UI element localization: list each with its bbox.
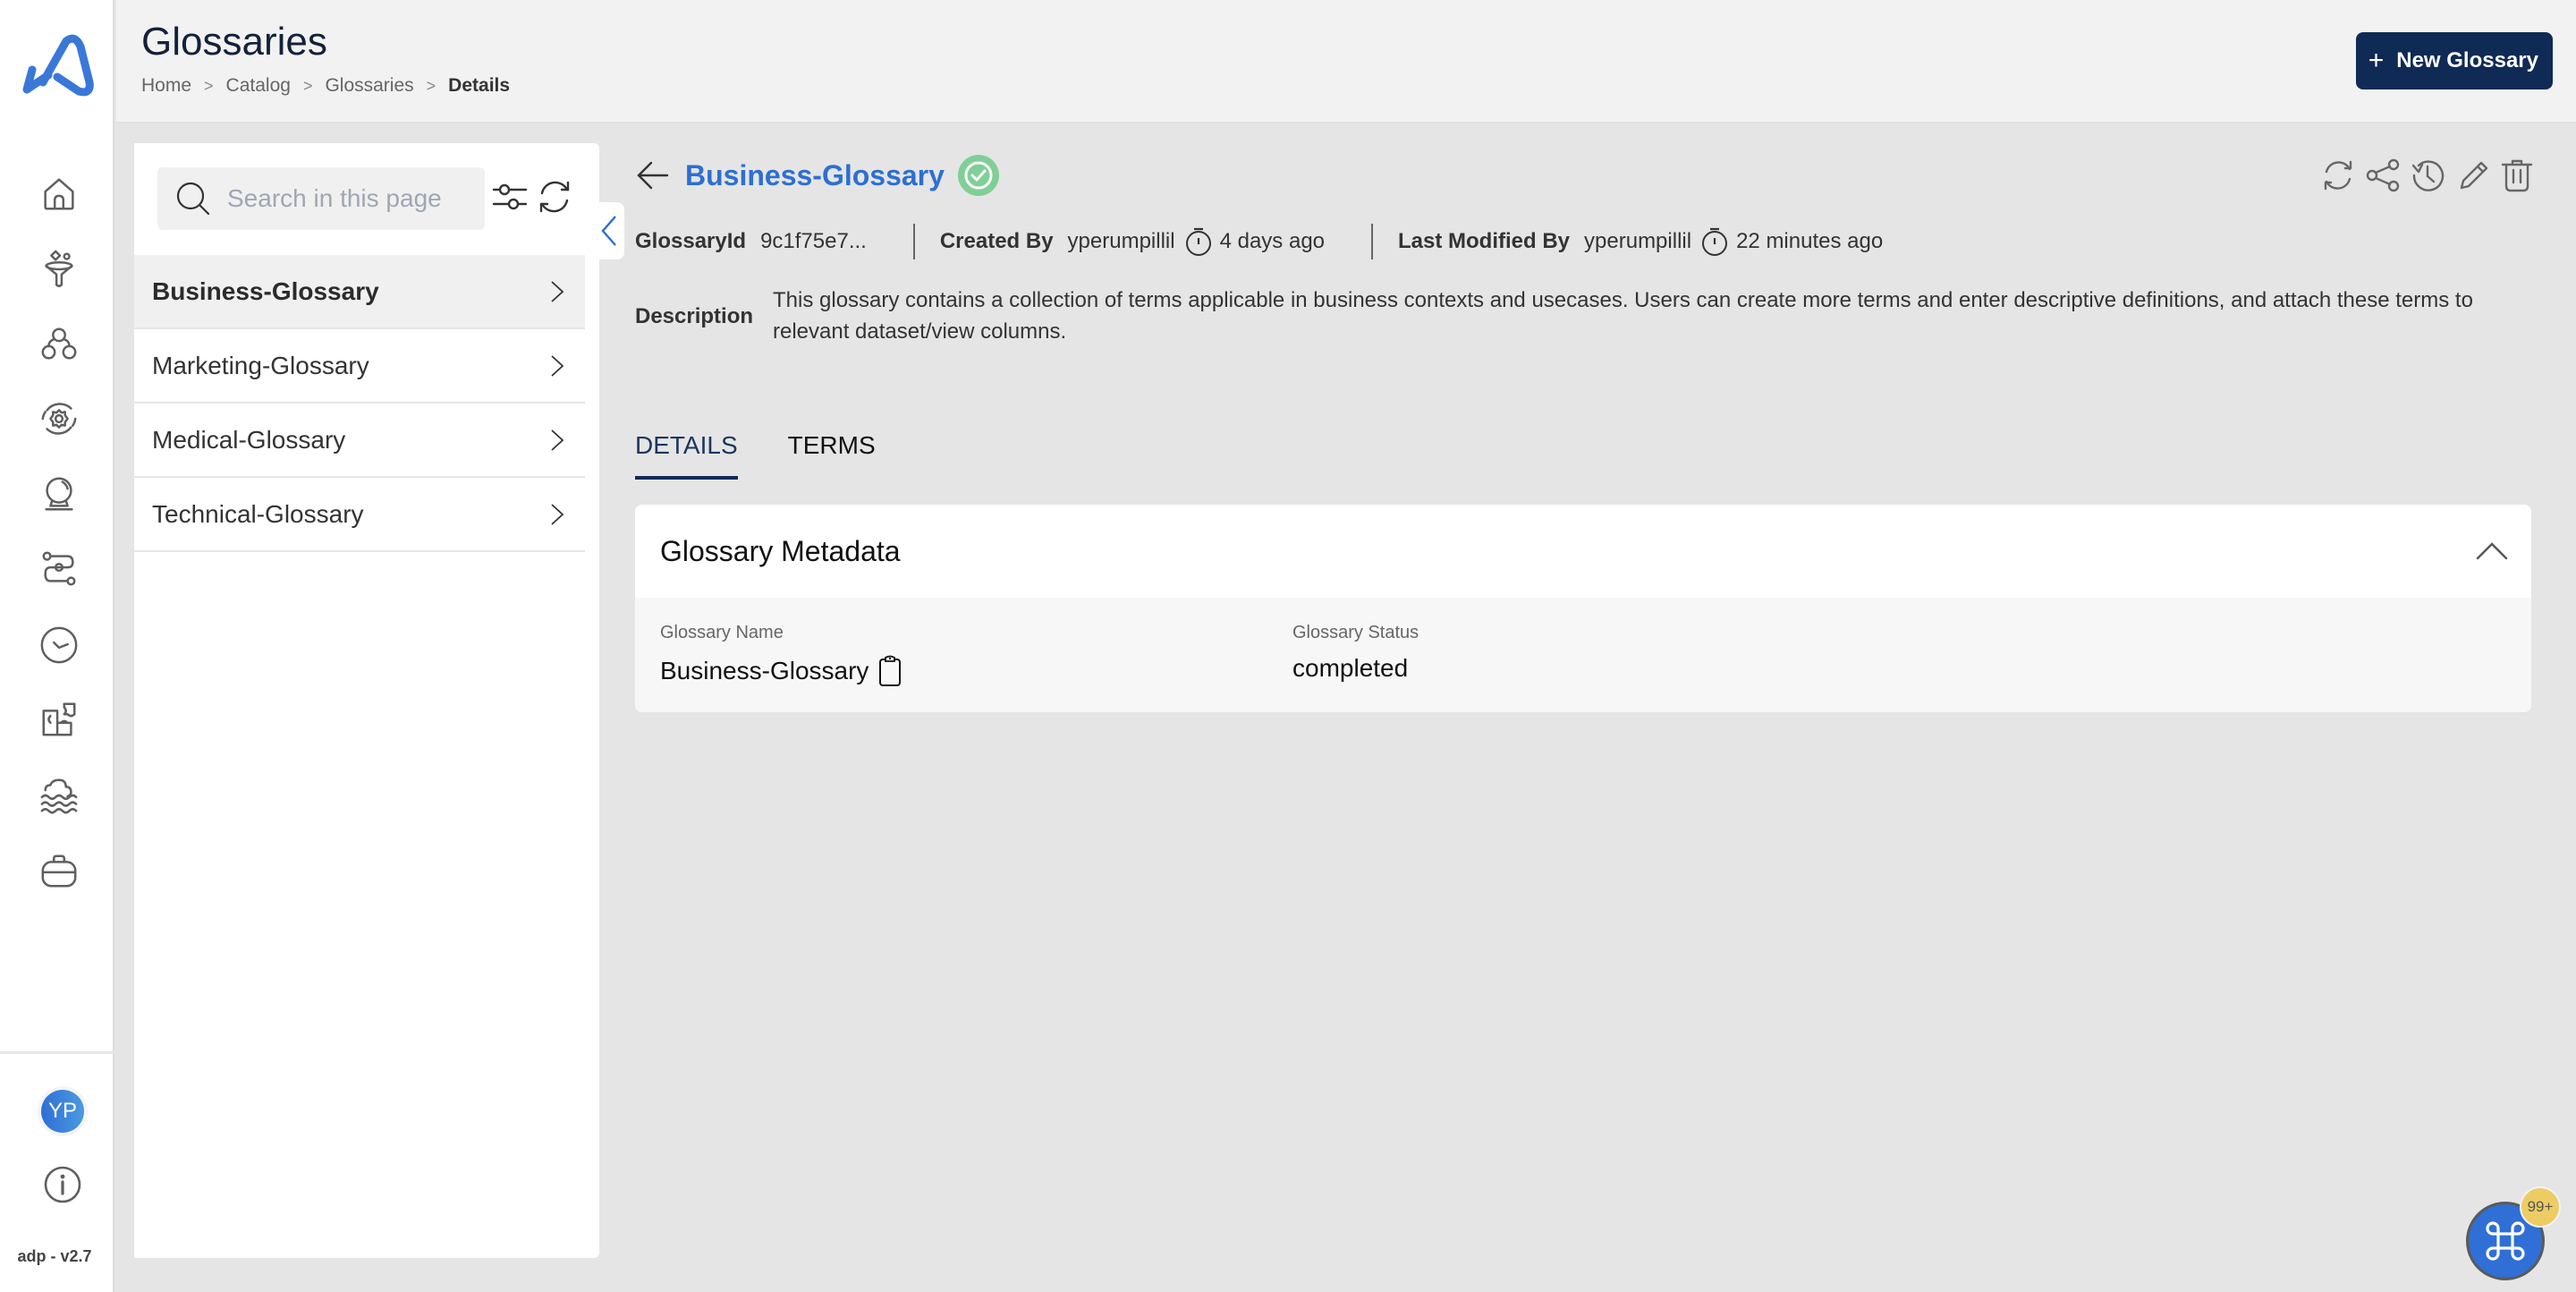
chevron-right-icon — [551, 280, 564, 302]
breadcrumb: Home > Catalog > Glossaries > Details — [141, 75, 510, 97]
description-row: Description This glossary contains a col… — [635, 285, 2549, 347]
list-item[interactable]: Technical-Glossary — [134, 478, 585, 552]
delete-trash-icon[interactable] — [2499, 157, 2535, 193]
timer-icon — [1185, 227, 1211, 256]
glossary-id-label: GlossaryId — [635, 229, 747, 253]
history-icon[interactable] — [2410, 157, 2445, 193]
funnel-icon[interactable] — [38, 247, 80, 290]
last-modified-label: Last Modified By — [1398, 229, 1571, 253]
glossary-list: Business-Glossary Marketing-Glossary Med… — [134, 255, 585, 552]
search-icon — [176, 182, 210, 216]
refresh-icon[interactable] — [535, 177, 574, 217]
glossary-status-value: completed — [1292, 654, 1409, 682]
chevron-right-icon — [551, 429, 564, 451]
nav-rail: YP adp - v2.7 — [0, 0, 114, 1292]
chevron-right-icon — [551, 503, 564, 525]
list-item[interactable]: Marketing-Glossary — [134, 329, 585, 404]
meta-divider — [1371, 224, 1374, 259]
list-item-label: Business-Glossary — [152, 276, 379, 305]
info-icon[interactable] — [43, 1165, 82, 1204]
puzzle-icon[interactable] — [38, 698, 80, 741]
glossary-title[interactable]: Business-Glossary — [685, 159, 945, 192]
glossary-metadata-card: Glossary Metadata Glossary Name Business… — [635, 505, 2531, 712]
status-check-icon — [957, 155, 999, 196]
breadcrumb-details: Details — [448, 75, 511, 96]
created-by-label: Created By — [939, 229, 1054, 253]
app-version: adp - v2.7 — [17, 1247, 92, 1265]
glossary-name-field: Glossary Name Business-Glossary — [660, 623, 902, 688]
share-icon[interactable] — [2365, 157, 2401, 193]
card-title: Glossary Metadata — [660, 534, 901, 567]
back-arrow-icon[interactable] — [635, 157, 671, 193]
field-label: Glossary Name — [660, 623, 784, 642]
page-header: Glossaries Home > Catalog > Glossaries >… — [116, 0, 2576, 123]
refresh-icon[interactable] — [2320, 157, 2356, 193]
card-header[interactable]: Glossary Metadata — [635, 505, 2531, 598]
glossary-meta: GlossaryId 9c1f75e7... Created By yperum… — [635, 222, 1883, 261]
list-item[interactable]: Medical-Glossary — [134, 404, 585, 478]
created-by-value: yperumpillil — [1067, 229, 1175, 253]
created-ago: 4 days ago — [1219, 229, 1326, 253]
chevron-up-icon[interactable] — [2474, 533, 2510, 569]
chevron-right-icon — [551, 354, 564, 377]
briefcase-icon[interactable] — [38, 849, 80, 892]
breadcrumb-separator-icon: > — [302, 76, 313, 95]
data-lake-icon[interactable] — [38, 774, 80, 817]
pipeline-icon[interactable] — [38, 548, 80, 591]
filter-icon[interactable] — [490, 177, 530, 217]
hierarchy-icon[interactable] — [38, 322, 80, 365]
clock-icon[interactable] — [38, 624, 80, 667]
new-glossary-button[interactable]: + New Glossary — [2355, 32, 2553, 89]
rail-divider — [0, 1051, 114, 1054]
detail-actions — [2320, 157, 2535, 193]
glossary-name-value: Business-Glossary — [660, 657, 869, 684]
tab-terms[interactable]: TERMS — [788, 412, 876, 480]
list-item-label: Technical-Glossary — [152, 499, 364, 528]
glossary-status-field: Glossary Status completed — [1292, 623, 1419, 683]
list-item[interactable]: Business-Glossary — [134, 255, 585, 329]
notification-badge: 99+ — [2520, 1186, 2561, 1228]
detail-header: Business-Glossary — [635, 154, 1000, 197]
breadcrumb-separator-icon: > — [204, 76, 214, 95]
field-label: Glossary Status — [1292, 623, 1419, 642]
command-icon — [2486, 1221, 2525, 1261]
modified-ago: 22 minutes ago — [1736, 229, 1884, 253]
edit-pencil-icon[interactable] — [2454, 157, 2490, 193]
detail-tabs: DETAILS TERMS — [635, 412, 926, 480]
glossary-list-panel: Business-Glossary Marketing-Glossary Med… — [134, 143, 599, 1258]
user-avatar[interactable]: YP — [41, 1090, 84, 1133]
chevron-left-icon — [601, 216, 616, 246]
description-label: Description — [635, 304, 754, 328]
page-title: Glossaries — [141, 20, 327, 64]
card-body: Glossary Name Business-Glossary Glossary… — [635, 598, 2531, 712]
description-text: This glossary contains a collection of t… — [773, 288, 2473, 344]
breadcrumb-catalog[interactable]: Catalog — [226, 75, 291, 97]
list-item-label: Medical-Glossary — [152, 425, 346, 454]
tab-details[interactable]: DETAILS — [635, 412, 738, 480]
search-box[interactable] — [157, 167, 485, 230]
plus-icon: + — [2368, 46, 2385, 75]
list-item-label: Marketing-Glossary — [152, 351, 369, 379]
meta-divider — [912, 224, 915, 259]
glossary-id-value: 9c1f75e7... — [760, 229, 867, 253]
breadcrumb-glossaries[interactable]: Glossaries — [325, 75, 413, 97]
home-icon[interactable] — [38, 172, 80, 215]
timer-icon — [1702, 227, 1728, 256]
settings-cycle-icon[interactable] — [38, 397, 80, 440]
field-value: Business-Glossary — [660, 654, 902, 688]
breadcrumb-separator-icon: > — [426, 76, 436, 95]
copy-clipboard-icon[interactable] — [877, 654, 902, 688]
crystal-ball-icon[interactable] — [38, 472, 80, 515]
last-modified-value: yperumpillil — [1584, 229, 1692, 253]
collapse-panel-button[interactable] — [594, 202, 624, 259]
app-logo[interactable] — [18, 34, 95, 102]
breadcrumb-home[interactable]: Home — [141, 75, 191, 97]
new-glossary-label: New Glossary — [2396, 48, 2538, 72]
search-input[interactable] — [227, 184, 469, 213]
